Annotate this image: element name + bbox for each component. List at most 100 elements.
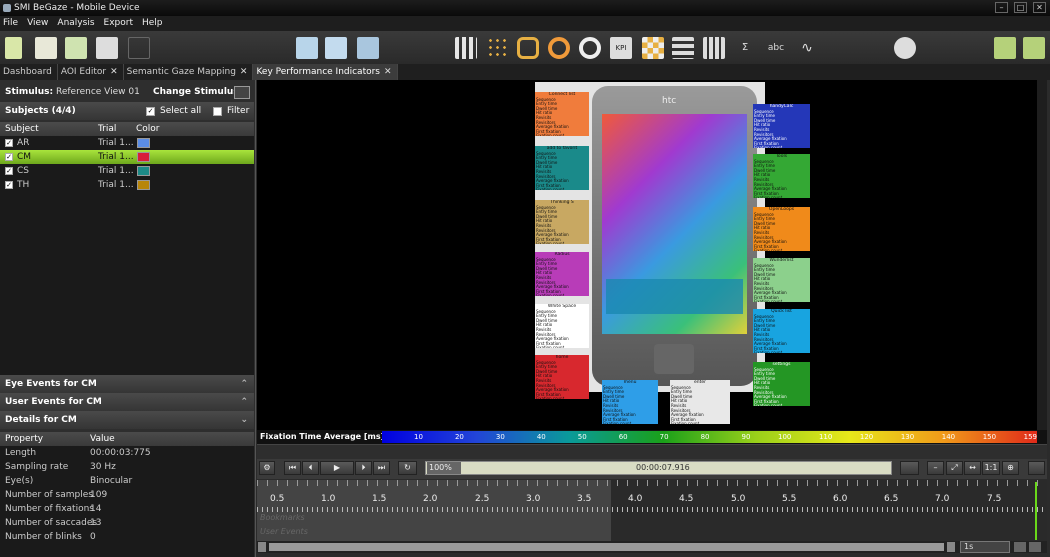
table-row[interactable]: ✓ CS Trial 1... <box>0 164 254 178</box>
scroll-left-icon[interactable] <box>258 542 266 552</box>
details-header[interactable]: Details for CM ⌄ <box>0 411 254 429</box>
change-stimulus-button[interactable] <box>234 86 250 99</box>
table-row: Number of fixations 14 <box>0 502 254 516</box>
tab-aoi-editor[interactable]: AOI Editor ✕ <box>58 64 124 80</box>
close-icon[interactable]: ✕ <box>240 64 248 80</box>
kpi-box: Radius Sequence Entry time Dwell time Hit ra… <box>535 252 589 296</box>
heat-map-icon[interactable] <box>579 37 601 59</box>
playhead[interactable] <box>1035 482 1037 540</box>
collapse-icon[interactable]: ⌃ <box>240 375 248 393</box>
open-folder-icon[interactable] <box>35 37 57 59</box>
import-icon[interactable] <box>994 37 1016 59</box>
table-row[interactable]: ✓ TH Trial 1... <box>0 178 254 192</box>
timeline-zoom-out-icon[interactable] <box>1014 542 1026 552</box>
print-icon[interactable] <box>96 37 118 59</box>
bar-chart-icon[interactable] <box>703 37 725 59</box>
scroll-right-icon[interactable] <box>947 542 955 552</box>
maximize-button[interactable]: □ <box>1014 2 1027 13</box>
gaze-path-icon[interactable] <box>517 37 539 59</box>
timeline-zoom-in-icon[interactable] <box>1029 542 1041 552</box>
settings-gear-icon[interactable]: ⚙ <box>259 461 275 475</box>
subject-checkbox[interactable]: ✓ <box>5 167 13 175</box>
scanpath-icon[interactable] <box>487 37 509 59</box>
step-back-icon[interactable]: ⏴ <box>302 461 319 475</box>
skip-start-icon[interactable]: ⏮ <box>284 461 301 475</box>
close-button[interactable]: ✕ <box>1033 2 1046 13</box>
kpi-icon[interactable]: KPI <box>610 37 632 59</box>
waveform-icon[interactable]: ∿ <box>796 37 818 59</box>
filter-checkbox[interactable] <box>213 107 222 116</box>
menu-file[interactable]: File <box>3 16 18 31</box>
loop-icon[interactable]: ↻ <box>398 461 417 475</box>
subjects-title: Subjects (4/4) <box>5 106 76 116</box>
play-icon[interactable]: ▶ <box>320 461 354 475</box>
select-all-checkbox[interactable]: ✓ <box>146 107 155 116</box>
stimulus-viewer[interactable]: htc Connect list Sequence Entry time Dwell … <box>257 80 1047 430</box>
menu-view[interactable]: View <box>27 16 48 31</box>
binning-chart-icon[interactable] <box>642 37 664 59</box>
sequence-chart-icon[interactable] <box>672 37 694 59</box>
color-swatch[interactable] <box>137 138 150 148</box>
speed-dropdown[interactable]: 1s <box>960 541 1010 553</box>
menu-help[interactable]: Help <box>142 16 163 31</box>
zoom-in-icon[interactable]: ⊕ <box>1002 461 1019 475</box>
scroll-thumb[interactable] <box>269 543 944 551</box>
timeline-scrollbar[interactable]: 1s <box>257 541 1047 553</box>
h-scrollbar-viewer[interactable] <box>257 444 1047 459</box>
tab-key-performance-indicators[interactable]: Key Performance Indicators ✕ <box>253 64 398 80</box>
table-row[interactable]: ✓ AR Trial 1... <box>0 136 254 150</box>
viewer-scrollbar[interactable] <box>1037 80 1047 430</box>
column-trial[interactable]: Trial <box>98 122 116 136</box>
minimize-button[interactable]: – <box>995 2 1008 13</box>
actual-size-button[interactable]: 1:1 <box>982 461 1000 475</box>
subject-checkbox[interactable]: ✓ <box>5 139 13 147</box>
skip-end-icon[interactable]: ⏭ <box>373 461 390 475</box>
zoom-out-icon[interactable]: – <box>927 461 944 475</box>
edit-aoi-icon[interactable] <box>325 37 347 59</box>
color-swatch[interactable] <box>137 152 150 162</box>
book-icon[interactable] <box>357 37 379 59</box>
column-color[interactable]: Color <box>136 122 160 136</box>
more-icon[interactable] <box>1028 461 1045 475</box>
recycle-bin-icon[interactable] <box>128 37 150 59</box>
close-icon[interactable]: ✕ <box>110 64 118 80</box>
time-slider[interactable]: 100% 00:00:07.916 <box>425 461 892 475</box>
column-property[interactable]: Property <box>5 432 43 446</box>
fit-width-icon[interactable]: ↔ <box>964 461 981 475</box>
menu-analysis[interactable]: Analysis <box>57 16 94 31</box>
close-icon[interactable]: ✕ <box>384 64 392 80</box>
fit-icon[interactable]: ⤢ <box>946 461 963 475</box>
save-icon[interactable] <box>65 37 87 59</box>
toolbar: KPI Σ abc ∿ <box>0 31 1050 64</box>
focus-map-icon[interactable] <box>548 37 570 59</box>
track-user-events: User Events <box>260 527 308 536</box>
tab-semantic-gaze-mapping[interactable]: Semantic Gaze Mapping ✕ <box>124 64 254 80</box>
kpi-box: Thinking S Sequence Entry time Dwell time Hi… <box>535 200 589 244</box>
expand-icon[interactable]: ⌄ <box>240 411 248 429</box>
column-value[interactable]: Value <box>90 432 115 446</box>
eye-events-header[interactable]: Eye Events for CM ⌃ <box>0 375 254 393</box>
color-swatch[interactable] <box>137 166 150 176</box>
subject-checkbox[interactable]: ✓ <box>5 153 13 161</box>
clapperboard-icon[interactable] <box>296 37 318 59</box>
subject-trial: Trial 1... <box>98 180 134 190</box>
grid-icon[interactable] <box>455 37 477 59</box>
export-icon[interactable] <box>1023 37 1045 59</box>
timeline[interactable]: 0.5 1.0 1.5 2.0 2.5 3.0 3.5 4.0 4.5 5.0 … <box>257 480 1047 542</box>
step-forward-icon[interactable]: ⏵ <box>355 461 372 475</box>
collapse-icon[interactable]: ⌃ <box>240 393 248 411</box>
statistics-icon[interactable]: Σ <box>734 37 756 59</box>
fullscreen-icon[interactable] <box>900 461 919 475</box>
zoom-dropdown[interactable]: 100% <box>427 462 461 474</box>
user-events-header[interactable]: User Events for CM ⌃ <box>0 393 254 411</box>
tab-dashboard[interactable]: Dashboard <box>0 64 58 80</box>
subject-checkbox[interactable]: ✓ <box>5 181 13 189</box>
menu-export[interactable]: Export <box>104 16 133 31</box>
color-swatch[interactable] <box>137 180 150 190</box>
comment-icon[interactable] <box>894 37 916 59</box>
subjects-header: Subjects (4/4) ✓ Select all Filter <box>0 102 254 120</box>
table-row[interactable]: ✓ CM Trial 1... <box>0 150 254 164</box>
text-statistics-icon[interactable]: abc <box>765 37 787 59</box>
column-subject[interactable]: Subject <box>5 122 39 136</box>
new-file-icon[interactable] <box>5 37 22 59</box>
